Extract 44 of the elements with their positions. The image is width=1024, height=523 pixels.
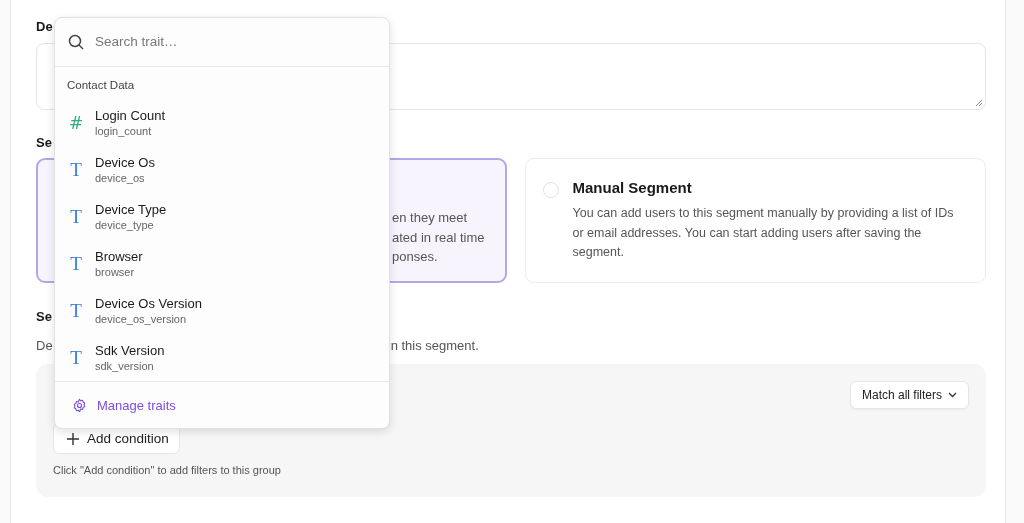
match-dropdown[interactable]: Match all filters [849, 381, 969, 409]
trait-key: browser [95, 266, 143, 279]
gear-icon [72, 397, 87, 413]
field-description: n this segment. [390, 338, 479, 355]
option-description: en they meet [392, 209, 469, 227]
option-description: ated in real time [392, 228, 485, 247]
trait-key: device_type [95, 219, 167, 232]
text-type-icon: T [68, 346, 84, 369]
trait-item[interactable]: T Device Os Version device_os_version [55, 287, 389, 335]
trait-name: Login Count [95, 108, 166, 124]
text-type-icon: T [68, 299, 84, 322]
field-label: De [36, 19, 53, 36]
text-type-icon: T [68, 252, 84, 275]
trait-item[interactable]: T Sdk Version sdk_version [55, 334, 389, 382]
trait-item[interactable]: T Browser browser [55, 240, 389, 288]
trait-name: Device Type [95, 202, 167, 218]
option-description: You can add users to this segment manually by providing a list of IDs or email addresses. You can start adding users after saving the segment. [572, 205, 955, 261]
field-description: De [36, 338, 53, 355]
plus-icon [67, 432, 79, 445]
manage-traits-link[interactable]: Manage traits [72, 397, 176, 413]
field-label: Se [36, 309, 52, 326]
trait-name: Device Os Version [95, 296, 202, 312]
option-description: ponses. [392, 248, 439, 266]
group-heading: Contact Data [66, 77, 136, 93]
trait-name: Device Os [95, 155, 155, 171]
option-title: Manual Segment [572, 179, 693, 196]
segment-option-card[interactable]: Manual Segment You can add users to this segment manually by providing a list of IDs or email addresses. You can start adding users after saving the segment. [524, 158, 986, 283]
resize-handle-icon[interactable] [975, 99, 982, 106]
trait-item[interactable]: T Device Os device_os [55, 146, 389, 194]
chevron-down-icon [948, 392, 957, 398]
search-icon [68, 33, 84, 50]
trait-key: device_os_version [95, 313, 202, 326]
hint-text: Click "Add condition" to add filters to this group [53, 464, 282, 476]
trait-item[interactable]: T Device Type device_type [55, 193, 389, 241]
trait-key: sdk_version [95, 360, 165, 373]
text-type-icon: T [68, 158, 84, 181]
trait-name: Browser [95, 249, 143, 265]
trait-name: Sdk Version [95, 343, 165, 359]
text-type-icon: T [68, 205, 84, 228]
field-label: Se [36, 135, 52, 152]
search-field[interactable]: Search trait… [93, 33, 376, 51]
trait-key: login_count [95, 125, 166, 138]
trait-key: device_os [95, 172, 155, 185]
number-type-icon: # [68, 112, 84, 133]
